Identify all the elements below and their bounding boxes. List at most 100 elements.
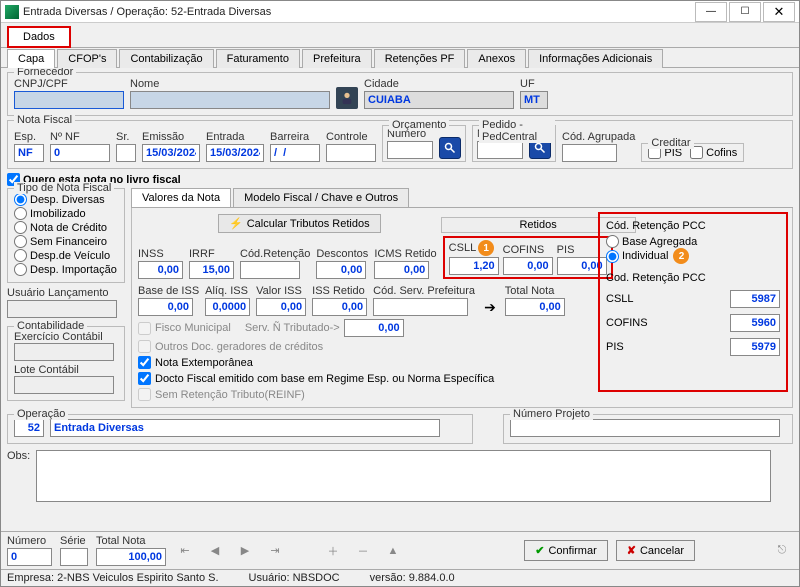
confirmar-button[interactable]: ✔Confirmar xyxy=(524,540,608,561)
nf-input[interactable] xyxy=(50,144,110,162)
codserv-input[interactable] xyxy=(373,298,468,316)
fisco-check xyxy=(138,322,151,335)
avatar-icon xyxy=(336,87,358,109)
tab-dados[interactable]: Dados xyxy=(7,26,71,48)
tab-anexos[interactable]: Anexos xyxy=(467,49,526,68)
tab-capa[interactable]: Capa xyxy=(7,49,55,68)
pcc-title: Cód. Retenção PCC xyxy=(606,220,780,232)
inss-input[interactable] xyxy=(138,261,183,279)
radio-imobilizado[interactable]: Imobilizado xyxy=(14,207,118,220)
irrf-label: IRRF xyxy=(189,248,234,260)
btn-calcular-tributos[interactable]: ⚡Calcular Tributos Retidos xyxy=(218,214,381,233)
codret-input[interactable] xyxy=(240,261,300,279)
controle-input[interactable] xyxy=(326,144,376,162)
tab-contabilizacao[interactable]: Contabilização xyxy=(119,49,213,68)
itab-valores[interactable]: Valores da Nota xyxy=(131,188,231,207)
livro-fiscal-check[interactable]: Quero esta nota no livro fiscal xyxy=(7,173,793,186)
aliqiss-input[interactable] xyxy=(205,298,250,316)
cidade-input[interactable] xyxy=(364,91,514,109)
radio-base-agregada[interactable]: Base Agregada xyxy=(606,235,780,248)
nf-legend: Nota Fiscal xyxy=(14,114,75,126)
barreira-input[interactable] xyxy=(270,144,320,162)
irrf-input[interactable] xyxy=(189,261,234,279)
tab-info-adicionais[interactable]: Informações Adicionais xyxy=(528,49,663,68)
maximize-button[interactable]: ☐ xyxy=(729,2,761,22)
csll-input[interactable] xyxy=(449,257,499,275)
radio-nota-credito[interactable]: Nota de Crédito xyxy=(14,221,118,234)
reinf-check xyxy=(138,388,151,401)
csll-label: CSLL xyxy=(449,242,477,254)
pcc-csll-label: CSLL xyxy=(606,293,634,305)
docto-check[interactable] xyxy=(138,372,151,385)
cancelar-button[interactable]: ✘Cancelar xyxy=(616,540,695,561)
icmsret-input[interactable] xyxy=(374,261,429,279)
pedido-legend: Pedido - PedCentral xyxy=(479,119,555,143)
fornecedor-legend: Fornecedor xyxy=(14,68,76,78)
ft-serie-input[interactable] xyxy=(60,548,88,566)
codserv-label: Cód. Serv. Prefeitura xyxy=(373,285,475,297)
inss-label: INSS xyxy=(138,248,183,260)
creditar-legend: Creditar xyxy=(648,137,693,149)
nome-label: Nome xyxy=(130,78,330,90)
cnpj-input[interactable] xyxy=(14,91,124,109)
totalnota-input[interactable] xyxy=(505,298,565,316)
pcc-pis-label: PIS xyxy=(606,341,624,353)
ft-total-input[interactable] xyxy=(96,548,166,566)
radio-individual[interactable]: Individual2 xyxy=(606,248,780,264)
add-icon: ＋ xyxy=(322,540,344,562)
icmsret-label: ICMS Retido xyxy=(374,248,436,260)
baseiss-input[interactable] xyxy=(138,298,193,316)
issretido-input[interactable] xyxy=(312,298,367,316)
radio-sem-financeiro[interactable]: Sem Financeiro xyxy=(14,235,118,248)
nome-input[interactable] xyxy=(130,91,330,109)
radio-desp-importacao[interactable]: Desp. Importação xyxy=(14,263,118,276)
usuario-input xyxy=(7,300,117,318)
operacao-cod-input[interactable] xyxy=(14,419,44,437)
creditar-cofins-check[interactable]: Cofins xyxy=(690,146,737,159)
nav-last-icon: ⇥ xyxy=(264,540,286,562)
pcc-csll-input[interactable] xyxy=(730,290,780,308)
serv-ntrib-input[interactable] xyxy=(344,319,404,337)
issretido-label: ISS Retido xyxy=(312,285,367,297)
cnpj-label: CNPJ/CPF xyxy=(14,78,124,90)
pedido-input[interactable] xyxy=(477,141,523,159)
baseiss-label: Base de ISS xyxy=(138,285,199,297)
minimize-button[interactable]: — xyxy=(695,2,727,22)
desc-input[interactable] xyxy=(316,261,366,279)
radio-desp-diversas[interactable]: Desp. Diversas xyxy=(14,193,118,206)
orcamento-search-button[interactable] xyxy=(439,137,461,159)
uf-input[interactable] xyxy=(520,91,548,109)
pcc-pis-input[interactable] xyxy=(730,338,780,356)
sr-input[interactable] xyxy=(116,144,136,162)
tab-faturamento[interactable]: Faturamento xyxy=(216,49,300,68)
operacao-nome-input[interactable] xyxy=(50,419,440,437)
orcamento-input[interactable] xyxy=(387,141,433,159)
ft-total-label: Total Nota xyxy=(96,535,166,547)
exit-icon: ⎋ xyxy=(771,540,793,562)
tipo-nota-legend: Tipo de Nota Fiscal xyxy=(14,182,114,194)
esp-input[interactable] xyxy=(14,144,44,162)
contab-legend: Contabilidade xyxy=(14,320,87,332)
itab-modelo[interactable]: Modelo Fiscal / Chave e Outros xyxy=(233,188,409,207)
emissao-input[interactable] xyxy=(142,144,200,162)
entrada-input[interactable] xyxy=(206,144,264,162)
aliqiss-label: Alíq. ISS xyxy=(205,285,250,297)
obs-textarea[interactable] xyxy=(36,450,771,502)
extemp-check[interactable] xyxy=(138,356,151,369)
cod-agrupada-input[interactable] xyxy=(562,144,617,162)
close-button[interactable]: ✕ xyxy=(763,2,795,22)
valoriss-input[interactable] xyxy=(256,298,306,316)
radio-desp-veiculo[interactable]: Desp.de Veículo xyxy=(14,249,118,262)
tab-prefeitura[interactable]: Prefeitura xyxy=(302,49,372,68)
status-usuario: Usuário: NBSDOC xyxy=(249,572,340,584)
pcc-cofins-input[interactable] xyxy=(730,314,780,332)
orcamento-legend: Orçamento xyxy=(389,119,449,131)
ft-numero-input[interactable] xyxy=(7,548,52,566)
tab-cfops[interactable]: CFOP's xyxy=(57,49,117,68)
lote-input xyxy=(14,376,114,394)
projeto-input[interactable] xyxy=(510,419,780,437)
esp-label: Esp. xyxy=(14,131,44,143)
cofins-input[interactable] xyxy=(503,257,553,275)
badge-1: 1 xyxy=(478,240,494,256)
tab-retencoes-pf[interactable]: Retenções PF xyxy=(374,49,466,68)
